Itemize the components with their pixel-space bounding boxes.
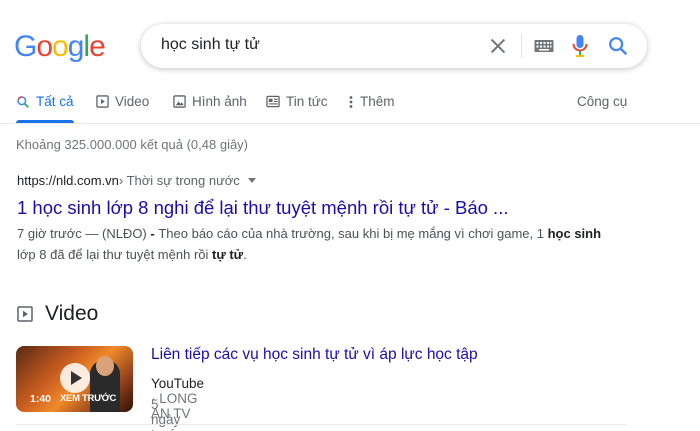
logo-letter: e [89, 30, 106, 63]
thumbnail-face [96, 356, 114, 376]
video-icon [17, 306, 33, 322]
video-title-link[interactable]: Liên tiếp các vụ học sinh tự tử vì áp lự… [151, 346, 478, 364]
logo-letter: G [14, 30, 37, 63]
snippet-text: Theo báo cáo của nhà trường, sau khi bị … [158, 226, 548, 241]
search-tabs: Tất cả Video Hình ảnh Tin tức Thêm Công [0, 86, 700, 124]
search-icon [17, 95, 29, 108]
result-stats: Khoảng 325.000.000 kết quả (0,48 giây) [16, 137, 249, 152]
search-divider [521, 34, 522, 58]
result-cite[interactable]: https://nld.com.vn › Thời sự trong nước [17, 173, 256, 188]
video-duration: 1:40 [30, 393, 52, 405]
video-thumbnail[interactable]: 1:40 XEM TRƯỚC [16, 346, 133, 412]
tools-label: Công cụ [577, 94, 628, 109]
tab-label: Hình ảnh [192, 94, 247, 109]
result-title-link[interactable]: 1 học sinh lớp 8 nghi để lại thư tuyệt m… [17, 197, 508, 219]
snippet-text: học sinh [547, 226, 602, 241]
result-url: https://nld.com.vn [17, 173, 119, 188]
video-heading-text: Video [45, 302, 99, 325]
snippet-text: lớp 8 đã để lại thư tuyệt mệnh rồi [17, 247, 212, 262]
google-logo[interactable]: Google [14, 30, 106, 64]
result-breadcrumb: › Thời sự trong nước [118, 173, 240, 188]
video-icon [96, 95, 109, 108]
chevron-down-icon[interactable] [247, 178, 256, 183]
tab-news[interactable]: Tin tức [266, 94, 328, 109]
result-snippet: 7 giờ trước — (NLĐO) - Theo báo cáo của … [17, 223, 607, 265]
tab-label: Tất cả [36, 94, 74, 109]
play-icon[interactable] [60, 363, 90, 393]
tab-images[interactable]: Hình ảnh [173, 94, 247, 109]
video-section-heading: Video [17, 302, 98, 326]
tab-label: Tin tức [286, 94, 328, 109]
preview-label: XEM TRƯỚC [60, 393, 117, 404]
news-icon [266, 95, 280, 108]
tab-video[interactable]: Video [96, 94, 149, 109]
snippet-text: tự tử [212, 247, 244, 262]
logo-letter: g [67, 30, 85, 63]
logo-letter: o [52, 30, 69, 63]
snippet-text: . [243, 247, 247, 262]
tab-label: Video [115, 94, 150, 109]
tab-all[interactable]: Tất cả [16, 94, 74, 109]
more-icon [349, 95, 353, 108]
active-tab-indicator [16, 120, 74, 123]
keyboard-icon[interactable] [534, 37, 554, 55]
image-icon [173, 95, 186, 108]
microphone-icon[interactable] [571, 34, 589, 58]
snippet-text: 7 giờ trước — (NLĐO) [17, 226, 151, 241]
tab-label: Thêm [360, 94, 395, 109]
search-box[interactable]: học sinh tự tử [141, 24, 647, 68]
video-platform: YouTube [151, 376, 205, 391]
logo-letter: o [36, 30, 53, 63]
video-date: 5 ngày trước [151, 397, 184, 431]
search-input[interactable]: học sinh tự tử [161, 36, 260, 54]
search-icon[interactable] [607, 35, 629, 57]
close-icon[interactable] [487, 35, 509, 57]
tools-button[interactable]: Công cụ [577, 94, 627, 109]
divider [16, 424, 626, 425]
tab-more[interactable]: Thêm [348, 94, 395, 109]
